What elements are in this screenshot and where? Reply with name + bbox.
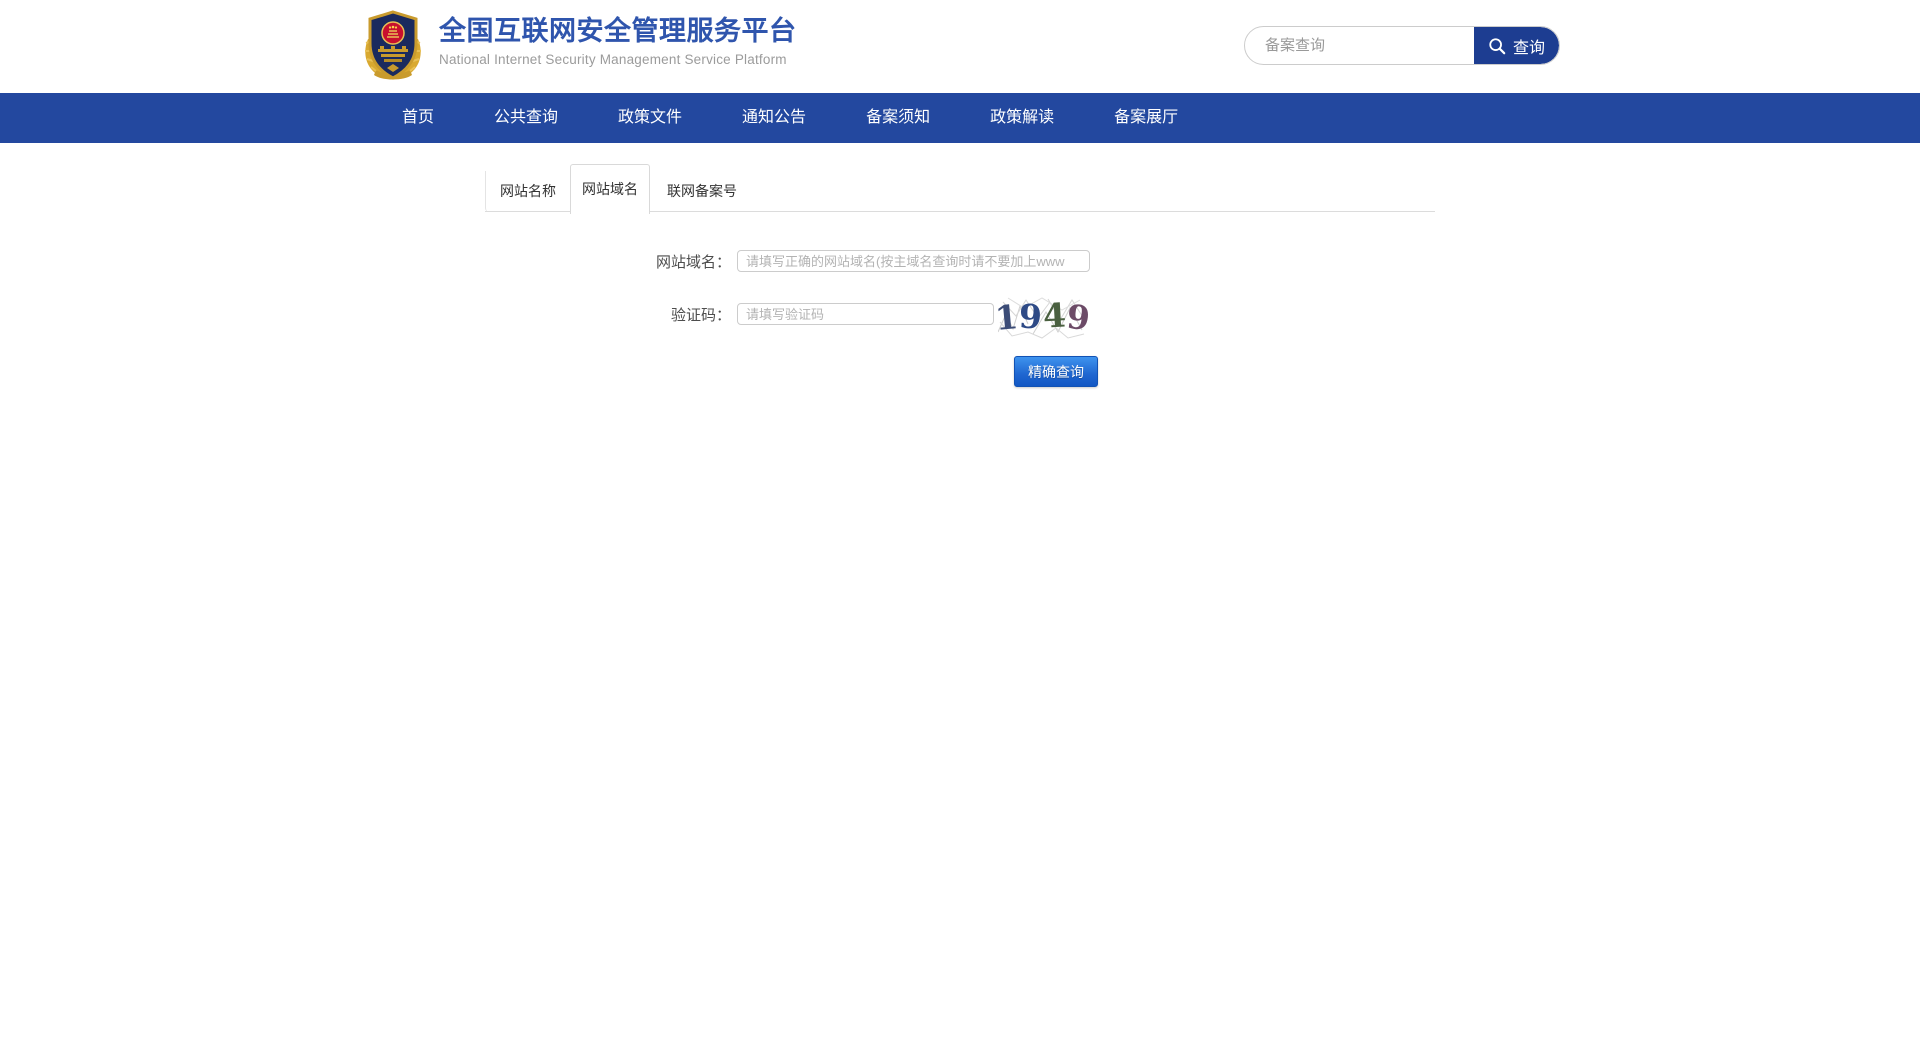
nav-item-policy-files[interactable]: 政策文件 bbox=[618, 93, 682, 143]
captcha-input[interactable] bbox=[737, 303, 994, 325]
page-header: 全国互联网安全管理服务平台 National Internet Security… bbox=[0, 0, 1920, 93]
captcha-image[interactable]: 1 9 4 9 bbox=[998, 294, 1088, 339]
captcha-row: 验证码： 1 9 4 9 bbox=[485, 303, 1435, 325]
query-tabs: 网站名称 网站域名 联网备案号 bbox=[485, 164, 1435, 212]
nav-item-public-query[interactable]: 公共查询 bbox=[494, 93, 558, 143]
search-input[interactable] bbox=[1245, 27, 1474, 64]
nav-item-policy-interpretation[interactable]: 政策解读 bbox=[990, 93, 1054, 143]
nav-item-filing-hall[interactable]: 备案展厅 bbox=[1114, 93, 1178, 143]
captcha-digit: 1 bbox=[993, 297, 1020, 338]
domain-input[interactable] bbox=[737, 250, 1090, 272]
captcha-digit: 9 bbox=[1018, 296, 1044, 336]
magnifier-icon bbox=[1488, 37, 1506, 55]
header-search: 查询 bbox=[1244, 26, 1560, 65]
captcha-label: 验证码： bbox=[485, 304, 737, 325]
site-subtitle: National Internet Security Management Se… bbox=[439, 52, 797, 67]
nav-item-home[interactable]: 首页 bbox=[402, 93, 434, 143]
exact-query-button[interactable]: 精确查询 bbox=[1014, 356, 1098, 387]
nav-item-filing-guide[interactable]: 备案须知 bbox=[866, 93, 930, 143]
search-button[interactable]: 查询 bbox=[1474, 27, 1559, 64]
nav-item-notices[interactable]: 通知公告 bbox=[742, 93, 806, 143]
site-title: 全国互联网安全管理服务平台 bbox=[439, 15, 797, 47]
main-nav: 首页 公共查询 政策文件 通知公告 备案须知 政策解读 备案展厅 bbox=[0, 93, 1920, 143]
police-badge-icon bbox=[360, 9, 426, 83]
tab-website-name[interactable]: 网站名称 bbox=[485, 171, 570, 212]
captcha-code: 1 9 4 9 bbox=[998, 294, 1088, 339]
captcha-digit: 9 bbox=[1065, 297, 1093, 338]
submit-row: 精确查询 bbox=[485, 356, 1435, 387]
domain-label: 网站域名： bbox=[485, 251, 737, 272]
tab-website-domain[interactable]: 网站域名 bbox=[570, 164, 650, 214]
search-button-label: 查询 bbox=[1513, 34, 1545, 58]
query-form: 网站域名： 验证码： 1 9 4 9 bbox=[485, 250, 1435, 387]
captcha-digit: 4 bbox=[1042, 295, 1068, 335]
main-content: 网站名称 网站域名 联网备案号 网站域名： 验证码： 1 bbox=[485, 164, 1435, 387]
domain-row: 网站域名： bbox=[485, 250, 1435, 272]
tab-filing-number[interactable]: 联网备案号 bbox=[665, 171, 739, 212]
